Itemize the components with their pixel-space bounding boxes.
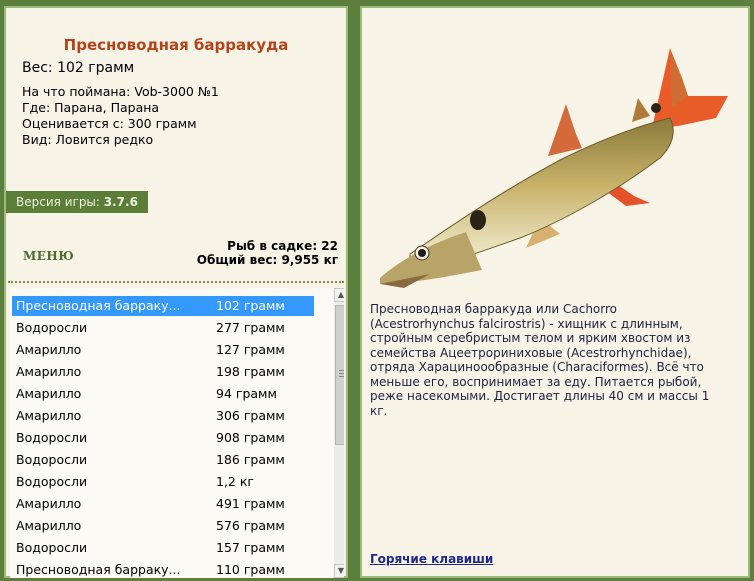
item-weight: 94 грамм (216, 386, 277, 401)
fish-detail-panel: Пресноводная барракуда или Cachorro (Ace… (360, 6, 750, 578)
item-weight: 576 грамм (216, 518, 285, 533)
valued-from-text: Оценивается с: 300 грамм (22, 116, 197, 131)
item-name: Водоросли (16, 452, 88, 467)
item-name: Пресноводная барраку... (16, 562, 181, 577)
item-name: Водоросли (16, 320, 88, 335)
item-weight: 198 грамм (216, 364, 285, 379)
list-item[interactable]: Амарилло 94 грамм (12, 384, 314, 404)
list-item[interactable]: Амарилло 491 грамм (12, 494, 314, 514)
kind-text: Вид: Ловится редко (22, 132, 154, 147)
item-name: Пресноводная барраку... (16, 298, 181, 313)
fish-description: Пресноводная барракуда или Cachorro (Ace… (370, 302, 710, 418)
list-item[interactable]: Водоросли 277 грамм (12, 318, 314, 338)
item-weight: 908 грамм (216, 430, 285, 445)
scroll-thumb[interactable] (335, 305, 344, 445)
scroll-down-button[interactable]: ▼ (334, 564, 344, 578)
list-item[interactable]: Амарилло 198 грамм (12, 362, 314, 382)
item-weight: 186 грамм (216, 452, 285, 467)
item-weight: 127 грамм (216, 342, 285, 357)
scroll-up-button[interactable]: ▲ (334, 288, 344, 302)
item-name: Амарилло (16, 364, 82, 379)
list-item[interactable]: Амарилло 127 грамм (12, 340, 314, 360)
catch-list[interactable]: Пресноводная барраку... 102 грамм Водоросл… (10, 288, 344, 578)
list-item[interactable]: Амарилло 576 грамм (12, 516, 314, 536)
list-item[interactable]: Водоросли 1,2 кг (12, 472, 314, 492)
item-weight: 277 грамм (216, 320, 285, 335)
fish-info-panel: Пресноводная барракуда Вес: 102 грамм На… (4, 6, 348, 578)
item-weight: 491 грамм (216, 496, 285, 511)
list-item[interactable]: Пресноводная барраку... 110 грамм (12, 560, 314, 578)
caught-on-text: На что поймана: Vob-3000 №1 (22, 84, 219, 99)
version-bar: Версия игры: 3.7.6 (6, 191, 148, 213)
version-value: 3.7.6 (103, 195, 138, 209)
menu-button[interactable]: МЕНЮ (23, 249, 74, 263)
location-text: Где: Парана, Парана (22, 100, 160, 115)
separator (8, 281, 344, 283)
fish-count: Рыб в садке: 22 (227, 239, 338, 253)
item-name: Водоросли (16, 430, 88, 445)
fish-title: Пресноводная барракуда (63, 36, 289, 54)
fish-weight: Вес: 102 грамм (22, 60, 135, 76)
keepnet-stats: Рыб в садке: 22 Общий вес: 9,955 кг (197, 239, 338, 267)
list-item[interactable]: Водоросли 186 грамм (12, 450, 314, 470)
version-label: Версия игры: (16, 195, 104, 209)
hotkeys-link[interactable]: Горячие клавиши (370, 552, 493, 566)
item-name: Водоросли (16, 540, 88, 555)
list-item[interactable]: Пресноводная барраку... 102 грамм (12, 296, 314, 316)
list-item[interactable]: Амарилло 306 грамм (12, 406, 314, 426)
item-name: Амарилло (16, 386, 82, 401)
list-scrollbar[interactable]: ▲ ▼ (334, 288, 344, 578)
item-name: Амарилло (16, 496, 82, 511)
total-weight: Общий вес: 9,955 кг (196, 253, 338, 267)
item-weight: 110 грамм (216, 562, 285, 577)
item-weight: 306 грамм (216, 408, 285, 423)
fish-image (380, 48, 728, 288)
list-item[interactable]: Водоросли 157 грамм (12, 538, 314, 558)
item-name: Амарилло (16, 408, 82, 423)
item-name: Амарилло (16, 518, 82, 533)
item-weight: 102 грамм (216, 298, 285, 313)
item-name: Амарилло (16, 342, 82, 357)
list-item[interactable]: Водоросли 908 грамм (12, 428, 314, 448)
item-weight: 1,2 кг (216, 474, 254, 489)
item-name: Водоросли (16, 474, 88, 489)
item-weight: 157 грамм (216, 540, 285, 555)
